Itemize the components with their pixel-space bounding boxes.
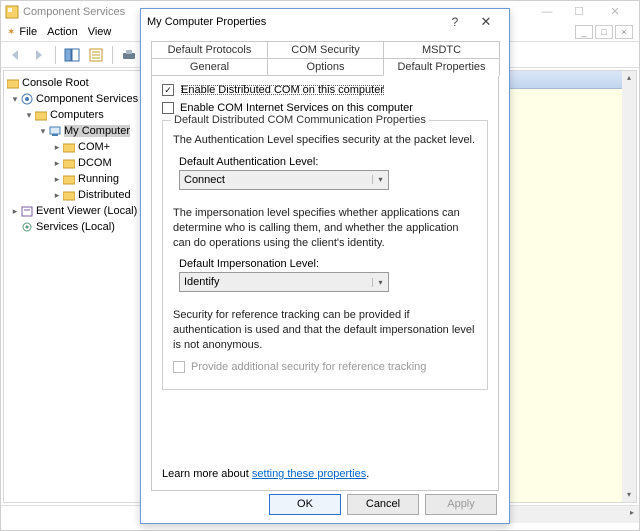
tree-item-running[interactable]: ▸ Running bbox=[6, 171, 140, 187]
tree-root[interactable]: Console Root bbox=[6, 75, 140, 91]
tab-default-protocols[interactable]: Default Protocols bbox=[151, 41, 268, 58]
main-minimize-button[interactable]: — bbox=[531, 2, 563, 22]
folder-icon bbox=[62, 156, 76, 170]
auth-level-value: Connect bbox=[180, 174, 372, 186]
folder-icon bbox=[62, 188, 76, 202]
expand-icon[interactable]: ▸ bbox=[10, 206, 20, 217]
collapse-icon[interactable]: ▾ bbox=[10, 94, 20, 105]
help-button[interactable]: ? bbox=[441, 15, 469, 29]
tree-item-component-services[interactable]: ▾ Component Services bbox=[6, 91, 140, 107]
tab-default-properties[interactable]: Default Properties bbox=[383, 58, 500, 76]
checkbox-icon bbox=[162, 102, 174, 114]
mdi-minimize-button[interactable]: _ bbox=[575, 25, 593, 39]
menu-view[interactable]: View bbox=[88, 26, 112, 38]
properties-button[interactable] bbox=[86, 45, 106, 65]
tab-options[interactable]: Options bbox=[267, 58, 384, 76]
collapse-icon[interactable]: ▾ bbox=[38, 126, 48, 137]
imp-description: The impersonation level specifies whethe… bbox=[173, 206, 477, 251]
learn-more-prefix: Learn more about bbox=[162, 468, 252, 480]
chevron-down-icon: ▾ bbox=[372, 278, 388, 287]
tree-item-dcom[interactable]: ▸ DCOM bbox=[6, 155, 140, 171]
expand-icon[interactable]: ▸ bbox=[52, 158, 62, 169]
imp-level-label: Default Impersonation Level: bbox=[179, 258, 477, 270]
tree-item-computers[interactable]: ▾ Computers bbox=[6, 107, 140, 123]
checkbox-icon: ✓ bbox=[162, 84, 174, 96]
folder-icon bbox=[6, 76, 20, 90]
auth-level-dropdown[interactable]: Connect ▾ bbox=[179, 170, 389, 190]
tree-item-my-computer[interactable]: ▾ My Computer bbox=[6, 123, 140, 139]
dialog-buttons: OK Cancel Apply bbox=[269, 494, 497, 515]
learn-more-link[interactable]: setting these properties bbox=[252, 468, 366, 480]
dcom-properties-group: Default Distributed COM Communication Pr… bbox=[162, 120, 488, 390]
scroll-down-icon[interactable]: ▾ bbox=[622, 488, 636, 502]
main-maximize-button[interactable]: ☐ bbox=[563, 2, 595, 22]
enable-cis-checkbox[interactable]: Enable COM Internet Services on this com… bbox=[162, 102, 488, 114]
tree-pane[interactable]: Console Root ▾ Component Services ▾ Comp… bbox=[3, 70, 143, 503]
enable-dcom-checkbox[interactable]: ✓ Enable Distributed COM on this compute… bbox=[162, 84, 488, 96]
app-icon bbox=[5, 5, 19, 19]
tab-general[interactable]: General bbox=[151, 58, 268, 76]
expand-icon[interactable]: ▸ bbox=[52, 174, 62, 185]
checkbox-icon bbox=[173, 361, 185, 373]
main-title: Component Services bbox=[23, 6, 125, 18]
menu-file[interactable]: File bbox=[19, 26, 37, 38]
tab-msdtc[interactable]: MSDTC bbox=[383, 41, 500, 58]
cancel-button[interactable]: Cancel bbox=[347, 494, 419, 515]
scroll-up-icon[interactable]: ▴ bbox=[622, 71, 636, 85]
collapse-icon[interactable]: ▾ bbox=[24, 110, 34, 121]
dialog-title: My Computer Properties bbox=[147, 16, 266, 28]
ref-tracking-label: Provide additional security for referenc… bbox=[191, 361, 426, 373]
computer-icon bbox=[48, 124, 62, 138]
folder-icon bbox=[62, 172, 76, 186]
enable-cis-label: Enable COM Internet Services on this com… bbox=[180, 102, 413, 114]
tree-item-event-viewer[interactable]: ▸ Event Viewer (Local) bbox=[6, 203, 140, 219]
menu-action[interactable]: Action bbox=[47, 26, 78, 38]
auth-level-label: Default Authentication Level: bbox=[179, 156, 477, 168]
ref-tracking-checkbox: Provide additional security for referenc… bbox=[173, 361, 477, 373]
services-icon bbox=[20, 92, 34, 106]
back-button[interactable] bbox=[5, 45, 25, 65]
folder-icon bbox=[34, 108, 48, 122]
mdi-restore-button[interactable]: □ bbox=[595, 25, 613, 39]
ref-tracking-description: Security for reference tracking can be p… bbox=[173, 308, 477, 353]
group-title: Default Distributed COM Communication Pr… bbox=[171, 114, 429, 126]
tree-item-com-plus[interactable]: ▸ COM+ bbox=[6, 139, 140, 155]
star-icon: ✶ bbox=[7, 27, 15, 38]
expand-icon[interactable]: ▸ bbox=[52, 190, 62, 201]
mdi-close-button[interactable]: × bbox=[615, 25, 633, 39]
dialog-close-button[interactable]: ✕ bbox=[469, 14, 503, 30]
tab-com-security[interactable]: COM Security bbox=[267, 41, 384, 58]
dialog-titlebar[interactable]: My Computer Properties ? ✕ bbox=[141, 9, 509, 35]
expand-icon[interactable]: ▸ bbox=[52, 142, 62, 153]
properties-dialog: My Computer Properties ? ✕ Default Proto… bbox=[140, 8, 510, 524]
tree-item-services-local[interactable]: Services (Local) bbox=[6, 219, 140, 235]
imp-level-dropdown[interactable]: Identify ▾ bbox=[179, 272, 389, 292]
auth-description: The Authentication Level specifies secur… bbox=[173, 133, 477, 148]
show-hide-tree-button[interactable] bbox=[62, 45, 82, 65]
mdi-controls: _ □ × bbox=[573, 25, 633, 39]
learn-more: Learn more about setting these propertie… bbox=[162, 468, 369, 480]
main-close-button[interactable]: ✕ bbox=[595, 2, 635, 22]
tab-panel-default-properties: ✓ Enable Distributed COM on this compute… bbox=[151, 75, 499, 491]
event-viewer-icon bbox=[20, 204, 34, 218]
folder-icon bbox=[62, 140, 76, 154]
ok-button[interactable]: OK bbox=[269, 494, 341, 515]
forward-button[interactable] bbox=[29, 45, 49, 65]
tree-item-distributed[interactable]: ▸ Distributed bbox=[6, 187, 140, 203]
scroll-right-icon[interactable]: ▸ bbox=[625, 506, 639, 520]
vertical-scrollbar[interactable]: ▴ ▾ bbox=[622, 71, 636, 502]
imp-level-value: Identify bbox=[180, 276, 372, 288]
chevron-down-icon: ▾ bbox=[372, 175, 388, 184]
gear-icon bbox=[20, 220, 34, 234]
tab-control: Default Protocols COM Security MSDTC Gen… bbox=[151, 41, 499, 491]
apply-button[interactable]: Apply bbox=[425, 494, 497, 515]
connect-button[interactable] bbox=[119, 45, 139, 65]
enable-dcom-label: Enable Distributed COM on this computer bbox=[180, 84, 385, 96]
